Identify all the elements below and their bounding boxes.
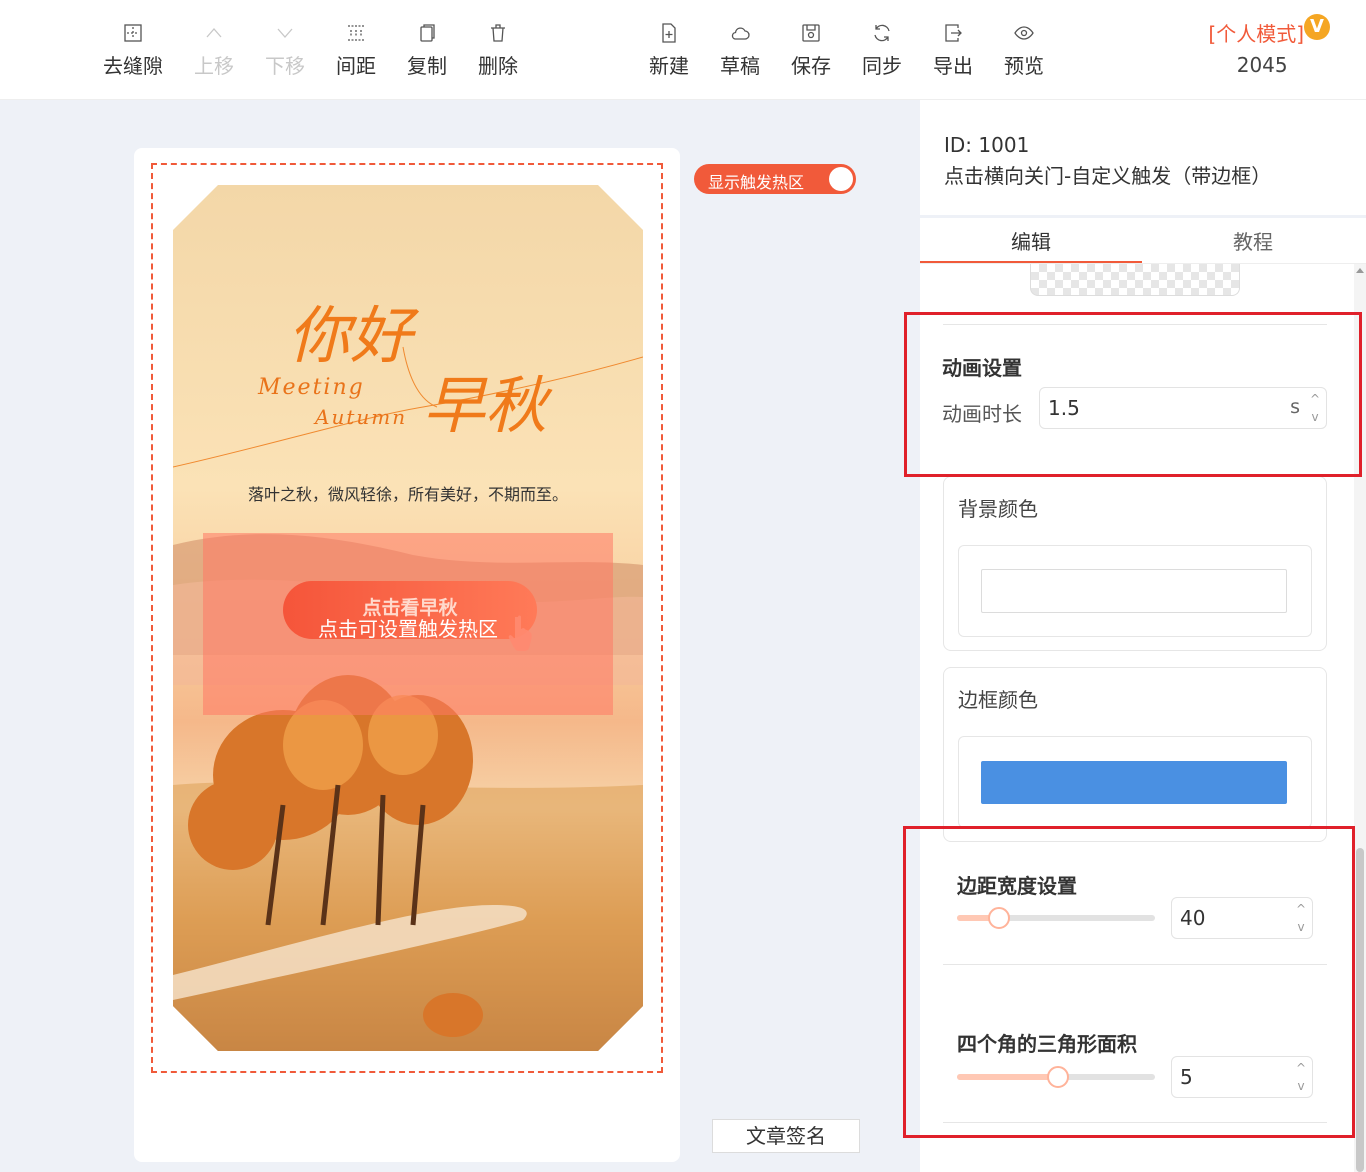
save-icon (776, 18, 846, 46)
highlight-box-margin-corner (903, 826, 1355, 1138)
delete-label: 删除 (478, 54, 518, 78)
draft-button[interactable]: 草稿 (705, 18, 775, 79)
sync-button[interactable]: 同步 (847, 18, 917, 79)
toggle-knob (829, 167, 853, 191)
move-up-label: 上移 (194, 54, 234, 78)
pointer-hand-icon (508, 615, 532, 651)
poster-subtitle-autumn: Autumn (315, 405, 408, 429)
component-id: ID: 1001 (944, 133, 1030, 157)
save-button[interactable]: 保存 (776, 18, 846, 79)
remove-gap-button[interactable]: 去缝隙 (98, 18, 168, 79)
vip-badge-icon: V (1304, 14, 1330, 40)
hotzone-hint-label: 点击可设置触发热区 (318, 617, 498, 641)
sync-label: 同步 (862, 54, 902, 78)
component-info: ID: 1001 点击横向关门-自定义触发（带边框） (944, 130, 1271, 192)
border-color-label: 边框颜色 (958, 688, 1038, 712)
spacing-label: 间距 (336, 54, 376, 78)
background-color-label: 背景颜色 (958, 497, 1038, 521)
copy-label: 复制 (407, 54, 447, 78)
mode-label[interactable]: [个人模式] (1208, 22, 1304, 46)
highlight-box-animation (904, 312, 1362, 477)
move-down-button[interactable]: 下移 (250, 18, 320, 79)
draft-label: 草稿 (720, 54, 760, 78)
export-icon (918, 18, 988, 46)
sync-icon (847, 18, 917, 46)
show-hotzone-toggle[interactable]: 显示触发热区 (694, 164, 856, 194)
border-color-picker[interactable] (958, 736, 1312, 828)
preview-label: 预览 (1004, 54, 1044, 78)
chevron-up-icon (179, 18, 249, 46)
move-down-label: 下移 (265, 54, 305, 78)
tab-active-indicator (920, 261, 1142, 263)
account-mode[interactable]: [个人模式] V 2045 (1208, 14, 1330, 77)
poster-subtitle-meeting: Meeting (258, 375, 365, 400)
component-name: 点击横向关门-自定义触发（带边框） (944, 164, 1272, 188)
article-canvas: 你好 早秋 Meeting Autumn 落叶之秋，微风轻徐，所有美好，不期而至… (134, 148, 680, 1162)
trash-icon (463, 18, 533, 46)
cloud-icon (705, 18, 775, 46)
poster-title-autumn: 早秋 (423, 369, 548, 442)
chevron-down-icon (250, 18, 320, 46)
article-signature-button[interactable]: 文章签名 (712, 1119, 860, 1153)
preview-button[interactable]: 预览 (989, 18, 1059, 79)
save-label: 保存 (791, 54, 831, 78)
export-button[interactable]: 导出 (918, 18, 988, 79)
scrollbar-thumb[interactable] (1356, 848, 1364, 1172)
copy-icon (392, 18, 462, 46)
top-toolbar: 去缝隙 上移 下移 间距 复制 删除 新建 草稿 保存 同步 导出 预览 [个人… (0, 0, 1366, 100)
show-hotzone-label: 显示触发热区 (708, 173, 805, 192)
new-label: 新建 (649, 54, 689, 78)
background-color-picker[interactable] (958, 545, 1312, 637)
remove-gap-icon (98, 18, 168, 46)
move-up-button[interactable]: 上移 (179, 18, 249, 79)
background-color-card: 背景颜色 (943, 476, 1327, 651)
export-label: 导出 (933, 54, 973, 78)
border-color-swatch[interactable] (981, 761, 1287, 804)
new-file-icon (634, 18, 704, 46)
tab-tutorial[interactable]: 教程 (1142, 226, 1364, 255)
poster-poem: 落叶之秋，微风轻徐，所有美好，不期而至。 (247, 485, 568, 504)
new-button[interactable]: 新建 (634, 18, 704, 79)
eye-icon (989, 18, 1059, 46)
selected-component-frame[interactable]: 你好 早秋 Meeting Autumn 落叶之秋，微风轻徐，所有美好，不期而至… (151, 163, 663, 1073)
remove-gap-label: 去缝隙 (103, 54, 163, 78)
spacing-button[interactable]: 间距 (321, 18, 391, 79)
copy-button[interactable]: 复制 (392, 18, 462, 79)
point-count: 2045 (1236, 53, 1288, 77)
background-color-swatch[interactable] (981, 569, 1287, 613)
transparent-color-swatch[interactable] (1030, 264, 1240, 296)
border-color-card: 边框颜色 (943, 667, 1327, 842)
scroll-up-icon[interactable] (1356, 268, 1364, 273)
tab-edit[interactable]: 编辑 (920, 226, 1142, 255)
poster-title-hello: 你好 (288, 299, 413, 372)
panel-separator (920, 215, 1366, 218)
autumn-poster[interactable]: 你好 早秋 Meeting Autumn 落叶之秋，微风轻徐，所有美好，不期而至… (173, 185, 643, 1051)
delete-button[interactable]: 删除 (463, 18, 533, 79)
canvas-workarea: 你好 早秋 Meeting Autumn 落叶之秋，微风轻徐，所有美好，不期而至… (0, 100, 920, 1172)
spacing-icon (321, 18, 391, 46)
